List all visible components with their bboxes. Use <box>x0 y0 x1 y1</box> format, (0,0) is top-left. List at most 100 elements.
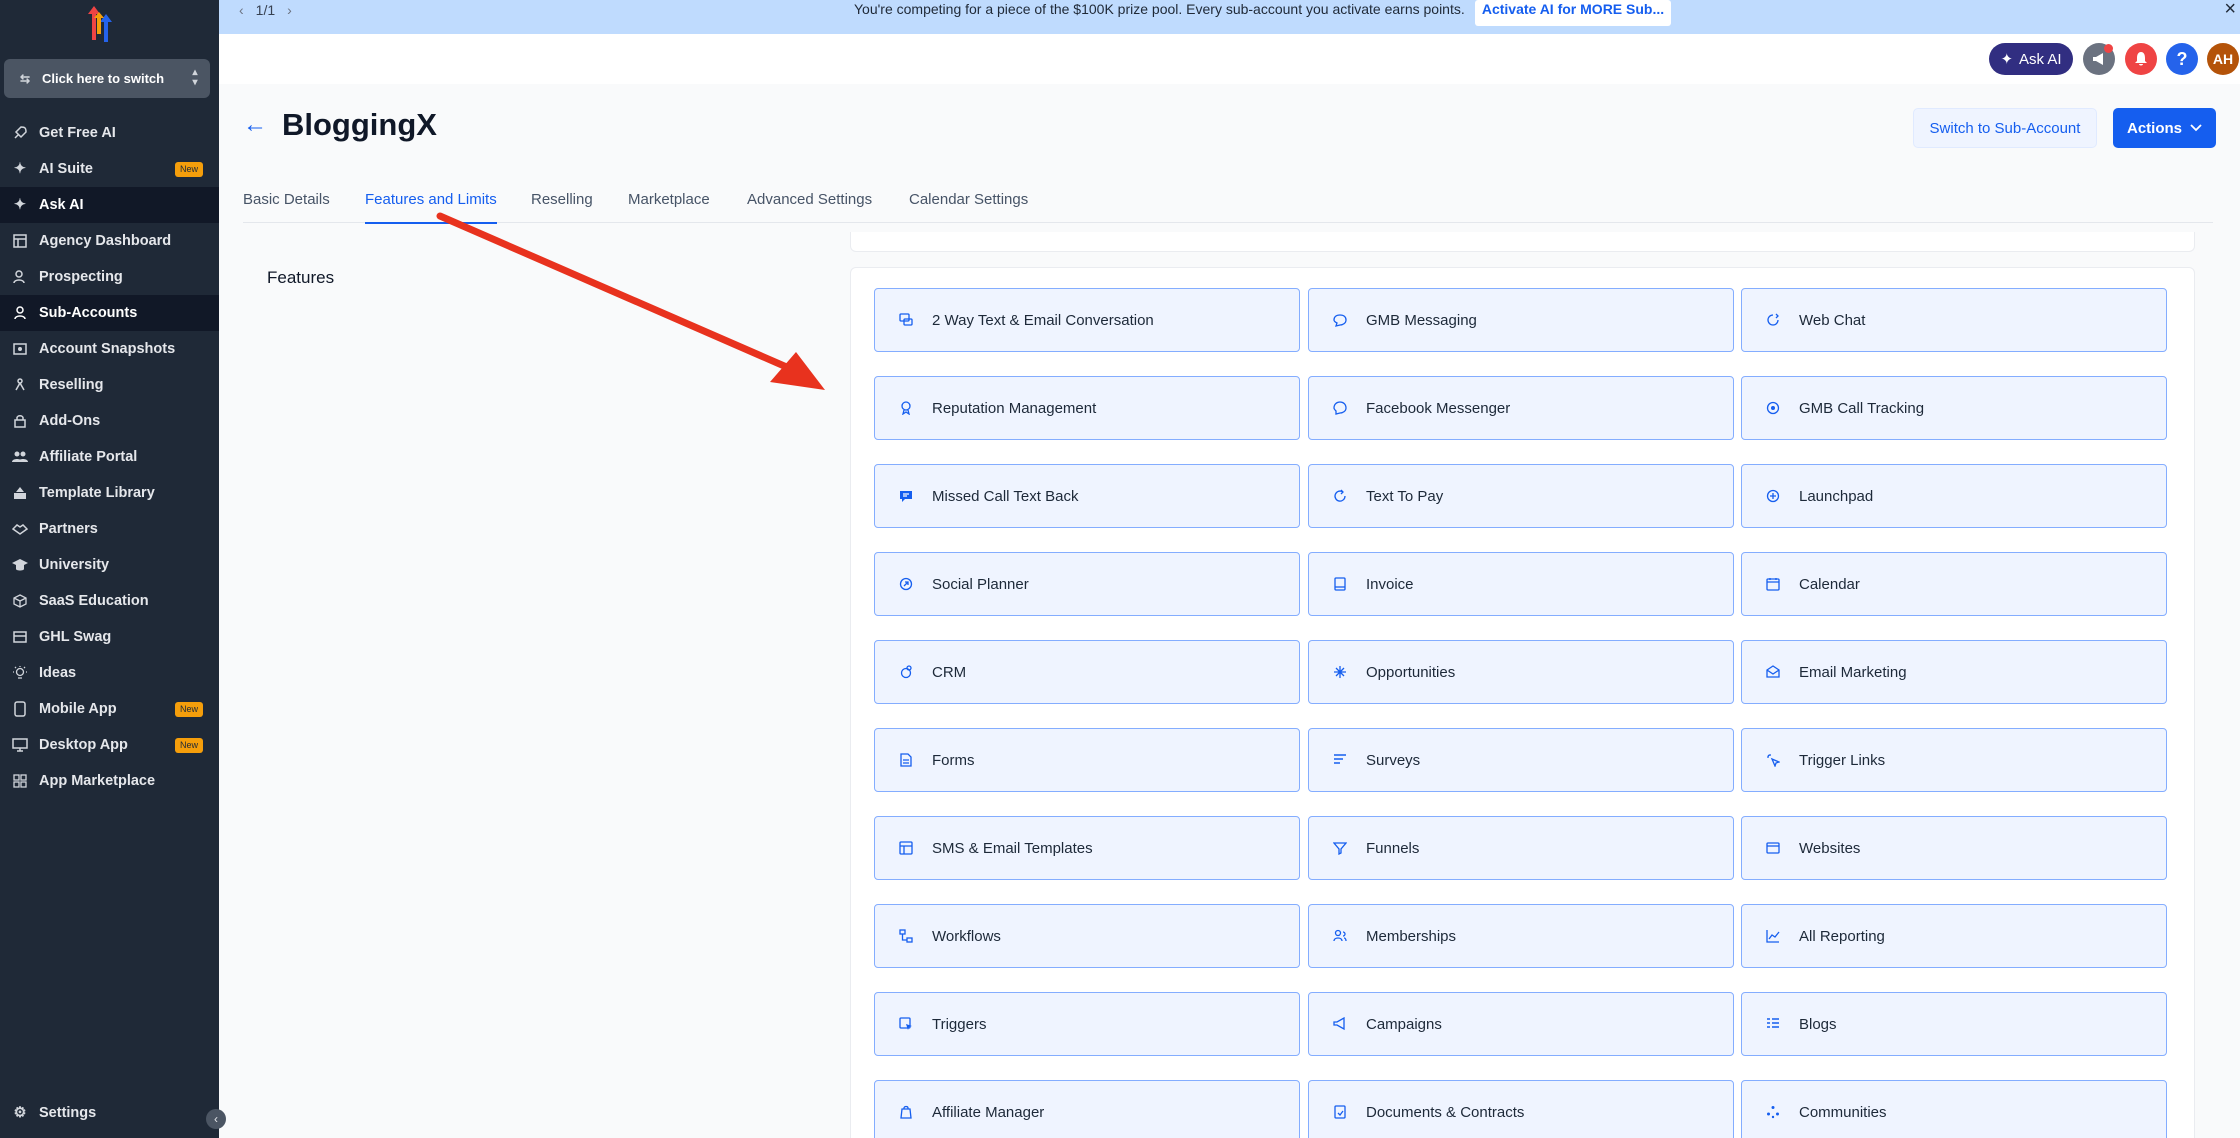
handshake-icon <box>11 520 29 538</box>
sidebar-item-prospecting[interactable]: Prospecting <box>0 259 219 295</box>
feature-tile-social-planner[interactable]: Social Planner <box>874 552 1300 616</box>
feature-tile-calendar[interactable]: Calendar <box>1741 552 2167 616</box>
chevron-left-icon: ‹ <box>214 1112 218 1126</box>
tab-features-and-limits[interactable]: Features and Limits <box>365 191 497 224</box>
mobile-icon <box>11 700 29 718</box>
sidebar-item-label: Sub-Accounts <box>39 305 138 321</box>
feature-tile-launchpad[interactable]: Launchpad <box>1741 464 2167 528</box>
feature-label: CRM <box>932 663 967 681</box>
sidebar-item-reselling[interactable]: Reselling <box>0 367 219 403</box>
tab-reselling[interactable]: Reselling <box>531 191 593 224</box>
back-arrow-icon[interactable]: ← <box>243 113 267 138</box>
feature-label: Reputation Management <box>932 399 1097 417</box>
collapse-sidebar-button[interactable]: ‹ <box>206 1109 226 1129</box>
sidebar-item-label: Account Snapshots <box>39 341 176 357</box>
feature-tile-crm[interactable]: CRM <box>874 640 1300 704</box>
feature-tile-trigger-links[interactable]: Trigger Links <box>1741 728 2167 792</box>
sidebar-item-sub-accounts[interactable]: Sub-Accounts <box>0 295 219 331</box>
feature-tile-text-to-pay[interactable]: Text To Pay <box>1308 464 1734 528</box>
dashboard-icon <box>11 232 29 250</box>
feature-tile-missed-call-text-back[interactable]: Missed Call Text Back <box>874 464 1300 528</box>
feature-tile-workflows[interactable]: Workflows <box>874 904 1300 968</box>
app-logo[interactable] <box>80 4 120 44</box>
communities-icon <box>1765 1104 1781 1120</box>
tab-advanced-settings[interactable]: Advanced Settings <box>747 191 872 224</box>
actions-button[interactable]: Actions <box>2113 108 2216 148</box>
sidebar-item-account-snapshots[interactable]: Account Snapshots <box>0 331 219 367</box>
feature-tile-triggers[interactable]: Triggers <box>874 992 1300 1056</box>
sidebar-item-mobile-app[interactable]: Mobile App New <box>0 691 219 727</box>
sidebar-item-template-library[interactable]: Template Library <box>0 475 219 511</box>
sidebar-item-affiliate-portal[interactable]: Affiliate Portal <box>0 439 219 475</box>
sidebar-item-add-ons[interactable]: Add-Ons <box>0 403 219 439</box>
campaign-icon <box>1332 1016 1348 1032</box>
feature-tile-facebook-messenger[interactable]: Facebook Messenger <box>1308 376 1734 440</box>
feature-tile-all-reporting[interactable]: All Reporting <box>1741 904 2167 968</box>
feature-label: Blogs <box>1799 1015 1837 1033</box>
feature-tile-memberships[interactable]: Memberships <box>1308 904 1734 968</box>
tab-calendar-settings[interactable]: Calendar Settings <box>909 191 1028 224</box>
sidebar-item-agency-dashboard[interactable]: Agency Dashboard <box>0 223 219 259</box>
feature-label: GMB Call Tracking <box>1799 399 1925 417</box>
tab-bar: Basic Details Features and Limits Resell… <box>243 188 2213 224</box>
sidebar-item-ideas[interactable]: Ideas <box>0 655 219 691</box>
sidebar-item-label: Desktop App <box>39 737 128 753</box>
feature-tile-forms[interactable]: Forms <box>874 728 1300 792</box>
features-section-label: Features <box>267 268 335 287</box>
feature-tile-affiliate-manager[interactable]: Affiliate Manager <box>874 1080 1300 1138</box>
feature-tile-websites[interactable]: Websites <box>1741 816 2167 880</box>
sidebar-item-ai-suite[interactable]: ✦ AI Suite New <box>0 151 219 187</box>
avatar[interactable]: AH <box>2207 43 2239 75</box>
help-button[interactable]: ? <box>2166 43 2198 75</box>
sidebar-item-desktop-app[interactable]: Desktop App New <box>0 727 219 763</box>
switch-to-sub-account-button[interactable]: Switch to Sub-Account <box>1913 108 2097 148</box>
sidebar-item-settings[interactable]: ⚙ Settings <box>11 1104 97 1122</box>
feature-tile-reputation-management[interactable]: Reputation Management <box>874 376 1300 440</box>
chevron-right-icon[interactable]: › <box>287 2 292 18</box>
feature-label: Facebook Messenger <box>1366 399 1511 417</box>
feature-tile-gmb-call-tracking[interactable]: GMB Call Tracking <box>1741 376 2167 440</box>
announcements-button[interactable] <box>2083 43 2115 75</box>
feature-tile-blogs[interactable]: Blogs <box>1741 992 2167 1056</box>
feature-tile-campaigns[interactable]: Campaigns <box>1308 992 1734 1056</box>
chevron-left-icon[interactable]: ‹ <box>239 2 244 18</box>
sidebar-item-partners[interactable]: Partners <box>0 511 219 547</box>
feature-tile-surveys[interactable]: Surveys <box>1308 728 1734 792</box>
feature-label: Text To Pay <box>1366 487 1444 505</box>
close-icon[interactable]: × <box>2224 0 2236 19</box>
feature-label: Workflows <box>932 927 1001 945</box>
feature-tile-funnels[interactable]: Funnels <box>1308 816 1734 880</box>
account-switcher[interactable]: ⇆ Click here to switch ▴ ▾ <box>4 59 210 98</box>
feature-label: Calendar <box>1799 575 1860 593</box>
sidebar-item-saas-education[interactable]: SaaS Education <box>0 583 219 619</box>
tab-basic-details[interactable]: Basic Details <box>243 191 330 224</box>
feature-tile-2-way-text-email[interactable]: 2 Way Text & Email Conversation <box>874 288 1300 352</box>
feature-label: Trigger Links <box>1799 751 1886 769</box>
sidebar-item-get-free-ai[interactable]: Get Free AI <box>0 115 219 151</box>
notifications-button[interactable] <box>2125 43 2157 75</box>
feature-tile-communities[interactable]: Communities <box>1741 1080 2167 1138</box>
sidebar-item-university[interactable]: University <box>0 547 219 583</box>
ask-ai-label: Ask AI <box>2019 50 2062 68</box>
activate-ai-button[interactable]: Activate AI for MORE Sub... <box>1475 0 1671 26</box>
tab-marketplace[interactable]: Marketplace <box>628 191 710 224</box>
sidebar: ⇆ Click here to switch ▴ ▾ Get Free AI ✦ … <box>0 0 226 1138</box>
sidebar-item-label: Ideas <box>39 665 77 681</box>
feature-tile-web-chat[interactable]: Web Chat <box>1741 288 2167 352</box>
feature-tile-email-marketing[interactable]: Email Marketing <box>1741 640 2167 704</box>
switcher-label: Click here to switch <box>42 71 165 86</box>
feature-tile-gmb-messaging[interactable]: GMB Messaging <box>1308 288 1734 352</box>
swag-icon <box>11 628 29 646</box>
grid-icon <box>11 772 29 790</box>
feature-tile-invoice[interactable]: Invoice <box>1308 552 1734 616</box>
mail-icon <box>1765 664 1781 680</box>
sidebar-item-ghl-swag[interactable]: GHL Swag <box>0 619 219 655</box>
rocket-icon <box>11 124 29 142</box>
ask-ai-button[interactable]: ✦ Ask AI <box>1989 43 2073 75</box>
feature-tile-documents-contracts[interactable]: Documents & Contracts <box>1308 1080 1734 1138</box>
sidebar-item-app-marketplace[interactable]: App Marketplace <box>0 763 219 799</box>
feature-tile-opportunities[interactable]: Opportunities <box>1308 640 1734 704</box>
feature-tile-sms-email-templates[interactable]: SMS & Email Templates <box>874 816 1300 880</box>
sidebar-item-label: AI Suite <box>39 161 93 177</box>
sidebar-item-ask-ai[interactable]: ✦ Ask AI <box>0 187 219 223</box>
